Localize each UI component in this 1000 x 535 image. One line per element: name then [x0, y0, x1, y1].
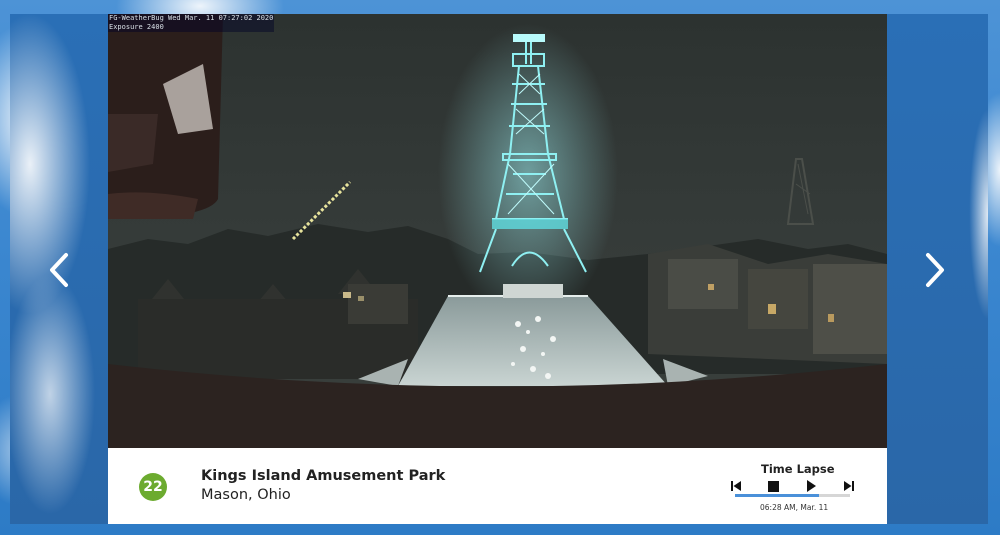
camera-location-name: Kings Island Amusement Park [201, 468, 446, 484]
time-lapse-title: Time Lapse [761, 462, 835, 476]
chevron-right-icon [926, 253, 944, 287]
next-camera-button[interactable] [920, 250, 950, 290]
time-lapse-progress-fill [735, 494, 819, 497]
stop-button[interactable] [765, 478, 781, 494]
time-lapse-time-label: 06:28 AM, Mar. 11 [760, 503, 829, 512]
camera-timestamp: FG-WeatherBug Wed Mar. 11 07:27:02 2020 … [108, 14, 275, 32]
webcam-scene [108, 14, 887, 448]
camera-exposure-line: Exposure 2400 [109, 23, 164, 31]
camera-rank-badge: 22 [139, 473, 167, 501]
time-lapse-controls [728, 478, 858, 494]
play-button[interactable] [803, 478, 819, 494]
chevron-left-icon [50, 253, 68, 287]
camera-timestamp-line: FG-WeatherBug Wed Mar. 11 07:27:02 2020 [109, 14, 274, 22]
skip-back-icon [731, 481, 741, 491]
play-icon [806, 480, 816, 492]
skip-forward-button[interactable] [841, 478, 857, 494]
time-lapse-progress-track[interactable] [735, 494, 850, 497]
webcam-image: FG-WeatherBug Wed Mar. 11 07:27:02 2020 … [108, 14, 887, 448]
camera-location-city: Mason, Ohio [201, 487, 291, 503]
camera-info-bar: 22 Kings Island Amusement Park Mason, Oh… [108, 448, 887, 524]
skip-forward-icon [844, 481, 854, 491]
previous-camera-button[interactable] [44, 250, 74, 290]
stop-icon [767, 480, 779, 492]
skip-back-button[interactable] [728, 478, 744, 494]
